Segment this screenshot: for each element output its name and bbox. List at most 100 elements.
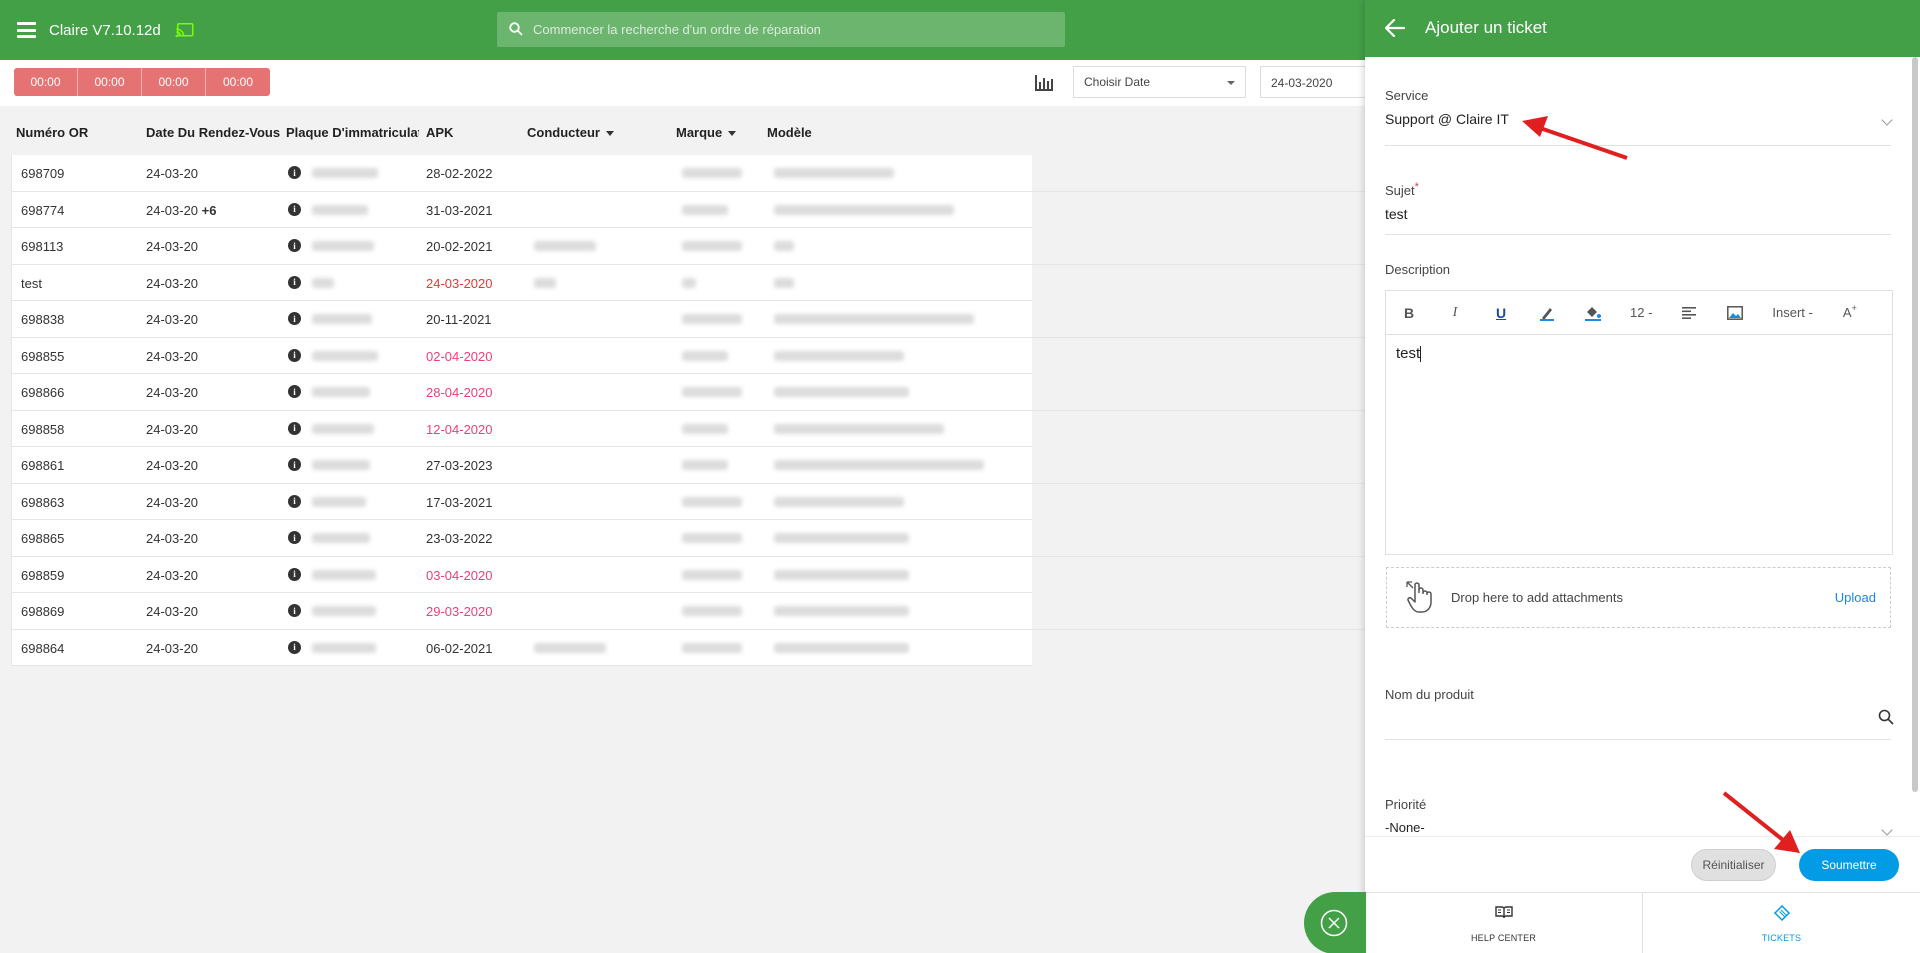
info-icon[interactable]: i — [288, 312, 301, 325]
info-icon[interactable]: i — [288, 202, 301, 216]
info-icon[interactable]: i — [288, 640, 301, 654]
cell-brand-redacted — [682, 606, 742, 616]
info-icon[interactable]: i — [288, 421, 301, 435]
description-input[interactable]: test — [1386, 335, 1892, 372]
cell-apk: 12-04-2020 — [426, 421, 493, 437]
header-plate[interactable]: Plaque D'immatriculatio — [286, 125, 419, 140]
cell-date: 24-03-20 — [146, 421, 199, 437]
header-model[interactable]: Modèle — [767, 125, 857, 140]
cell-brand-redacted — [682, 460, 728, 470]
date-select[interactable]: Choisir Date — [1073, 66, 1246, 98]
cell-model-redacted — [774, 387, 909, 397]
cell-brand-redacted — [682, 569, 742, 580]
tab-tickets[interactable]: TICKETS — [1643, 893, 1920, 953]
header-brand[interactable]: Marque — [676, 125, 766, 140]
search-icon[interactable] — [1878, 709, 1894, 725]
italic-icon[interactable]: I — [1432, 291, 1478, 335]
cell-brand-redacted — [682, 350, 728, 361]
header-or[interactable]: Numéro OR — [16, 125, 126, 140]
insert-menu[interactable]: Insert - — [1758, 291, 1826, 335]
table-row[interactable]: 698863 24-03-20 i 17-03-2021 — [11, 483, 1366, 520]
book-icon — [1494, 906, 1513, 919]
upload-link[interactable]: Upload — [1835, 590, 1876, 605]
close-widget-button[interactable] — [1304, 892, 1366, 953]
cell-or: 698861 — [21, 458, 65, 473]
back-arrow-icon[interactable] — [1385, 19, 1405, 37]
table-row[interactable]: 698861 24-03-20 i 27-03-2023 — [11, 447, 1366, 484]
chevron-down-icon[interactable] — [1881, 824, 1893, 836]
highlight-icon[interactable] — [1524, 291, 1570, 335]
table-row[interactable]: 698838 24-03-20 i 20-11-2021 — [11, 301, 1366, 338]
info-icon[interactable]: i — [288, 531, 301, 544]
cell-model-redacted — [774, 314, 974, 324]
image-icon[interactable] — [1712, 291, 1758, 335]
table-row[interactable]: 698858 24-03-20 i 12-04-2020 — [11, 410, 1366, 447]
close-circle-icon — [1320, 909, 1348, 937]
table-row[interactable]: 698859 24-03-20 i 03-04-2020 — [11, 556, 1366, 593]
underline-icon[interactable]: U — [1478, 291, 1524, 335]
cell-date: 24-03-20 — [146, 166, 199, 181]
info-icon[interactable]: i — [288, 166, 301, 179]
submit-button[interactable]: Soumettre — [1799, 849, 1899, 881]
table-header: Numéro OR Date Du Rendez-Vous Plaque D'i… — [0, 125, 1365, 147]
date-select-label: Choisir Date — [1084, 75, 1151, 89]
cell-plate-redacted — [312, 569, 376, 580]
row-overlay — [1032, 556, 1366, 593]
row-overlay — [1032, 228, 1366, 264]
align-left-icon[interactable] — [1666, 291, 1712, 335]
table-row[interactable]: 698709 24-03-20 i 28-02-2022 — [11, 155, 1366, 192]
info-icon[interactable]: i — [288, 385, 301, 398]
cell-plate-redacted — [312, 387, 370, 397]
timer[interactable]: 00:00 — [14, 68, 78, 96]
bar-chart-icon[interactable] — [1034, 74, 1054, 92]
info-icon[interactable]: i — [288, 275, 301, 289]
table-row[interactable]: 698865 24-03-20 i 23-03-2022 — [11, 520, 1366, 557]
scrollbar[interactable] — [1912, 57, 1918, 792]
table-row[interactable]: 698113 24-03-20 i 20-02-2021 — [11, 228, 1366, 265]
tab-help-center[interactable]: HELP CENTER — [1365, 893, 1643, 953]
cell-plate-redacted — [312, 423, 374, 434]
cell-apk: 20-11-2021 — [426, 312, 492, 327]
cell-model-redacted — [774, 496, 904, 507]
attachment-dropzone[interactable]: Drop here to add attachments Upload — [1386, 567, 1891, 628]
timer[interactable]: 00:00 — [142, 68, 206, 96]
cell-apk: 28-02-2022 — [426, 166, 493, 181]
info-icon[interactable]: i — [288, 239, 301, 252]
date-input[interactable]: 24-03-2020 — [1260, 66, 1380, 98]
cell-or: 698113 — [21, 239, 64, 254]
priority-select[interactable]: -None- — [1385, 820, 1425, 835]
chevron-down-icon[interactable] — [1881, 114, 1893, 126]
bold-icon[interactable]: B — [1386, 291, 1432, 335]
cell-model-redacted — [774, 569, 909, 580]
fill-color-icon[interactable] — [1570, 291, 1616, 335]
info-icon[interactable]: i — [288, 567, 301, 581]
info-icon[interactable]: i — [288, 494, 301, 508]
info-icon[interactable]: i — [288, 458, 301, 471]
font-size-select[interactable]: 12 - — [1616, 291, 1666, 335]
reset-button[interactable]: Réinitialiser — [1691, 849, 1776, 881]
table-row[interactable]: 698869 24-03-20 i 29-03-2020 — [11, 593, 1366, 630]
required-mark: * — [1414, 181, 1419, 193]
timer[interactable]: 00:00 — [78, 68, 142, 96]
table-row[interactable]: 698864 24-03-20 i 06-02-2021 — [11, 629, 1366, 666]
header-driver[interactable]: Conducteur — [527, 125, 647, 140]
service-select[interactable]: Support @ Claire IT — [1385, 111, 1509, 127]
font-format-icon[interactable]: A + — [1827, 291, 1873, 335]
header-apk[interactable]: APK — [426, 125, 506, 140]
info-icon[interactable]: i — [288, 604, 301, 617]
timer[interactable]: 00:00 — [206, 68, 270, 96]
menu-icon[interactable] — [17, 22, 36, 38]
table-row[interactable]: 698855 24-03-20 i 02-04-2020 — [11, 337, 1366, 374]
table-row[interactable]: 698774 24-03-20 +6 i 31-03-2021 — [11, 191, 1366, 228]
cell-or: 698864 — [21, 640, 65, 656]
cast-icon[interactable] — [175, 23, 194, 38]
search-input[interactable] — [533, 12, 1053, 47]
subject-input[interactable]: test — [1385, 206, 1408, 222]
info-icon[interactable]: i — [288, 348, 301, 362]
table-row[interactable]: test 24-03-20 i 24-03-2020 — [11, 264, 1366, 301]
header-date[interactable]: Date Du Rendez-Vous — [146, 125, 286, 140]
cell-date: 24-03-20 — [146, 604, 199, 619]
table-row[interactable]: 698866 24-03-20 i 28-04-2020 — [11, 374, 1366, 411]
cell-or: 698859 — [21, 567, 65, 583]
tab-label: HELP CENTER — [1470, 933, 1537, 943]
